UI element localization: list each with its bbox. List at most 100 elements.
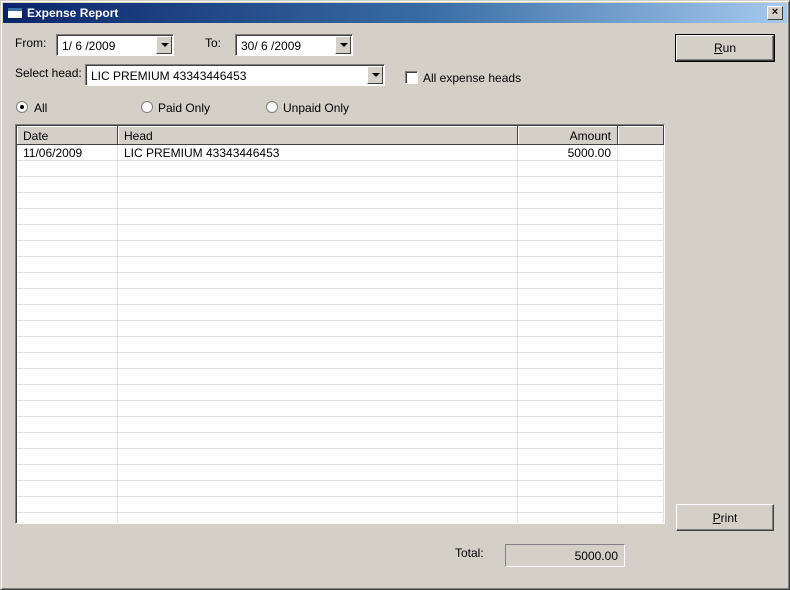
empty-cell: [17, 177, 118, 193]
empty-cell: [118, 321, 518, 337]
empty-cell: [17, 289, 118, 305]
empty-table-row: [17, 337, 664, 353]
empty-cell: [17, 321, 118, 337]
table-header: Date Head Amount: [17, 126, 664, 145]
cell-head: LIC PREMIUM 43343446453: [118, 145, 518, 161]
window-icon: [7, 7, 23, 19]
all-expense-heads-checkbox[interactable]: [405, 71, 418, 84]
head-dropdown-arrow-icon[interactable]: [367, 66, 383, 84]
column-header-head[interactable]: Head: [118, 126, 518, 145]
empty-cell: [17, 257, 118, 273]
print-button[interactable]: Print: [676, 504, 774, 531]
empty-cell: [518, 225, 618, 241]
empty-cell: [17, 305, 118, 321]
radio-unpaid-only-label[interactable]: Unpaid Only: [283, 101, 349, 115]
empty-cell: [17, 337, 118, 353]
empty-cell: [118, 513, 518, 523]
run-label: un: [722, 41, 737, 55]
empty-cell: [17, 193, 118, 209]
empty-cell: [17, 465, 118, 481]
empty-cell: [518, 289, 618, 305]
to-label: To:: [205, 36, 222, 50]
empty-cell: [17, 513, 118, 523]
empty-cell: [618, 385, 664, 401]
empty-cell: [618, 433, 664, 449]
empty-cell: [118, 193, 518, 209]
empty-cell: [618, 177, 664, 193]
radio-all-label[interactable]: All: [34, 101, 47, 115]
empty-table-row: [17, 273, 664, 289]
empty-cell: [17, 209, 118, 225]
empty-cell: [518, 465, 618, 481]
to-dropdown-arrow-icon[interactable]: [335, 36, 351, 54]
empty-cell: [118, 305, 518, 321]
to-date-picker[interactable]: 30/ 6 /2009: [235, 34, 353, 56]
empty-table-row: [17, 497, 664, 513]
empty-cell: [618, 481, 664, 497]
empty-cell: [518, 273, 618, 289]
empty-cell: [518, 209, 618, 225]
empty-cell: [518, 305, 618, 321]
from-date-picker[interactable]: 1/ 6 /2009: [56, 34, 174, 56]
table-row[interactable]: 11/06/2009 LIC PREMIUM 43343446453 5000.…: [17, 145, 664, 161]
empty-table-row: [17, 225, 664, 241]
close-button[interactable]: ×: [767, 6, 783, 20]
column-header-amount[interactable]: Amount: [518, 126, 618, 145]
empty-cell: [17, 161, 118, 177]
empty-cell: [518, 433, 618, 449]
total-label: Total:: [455, 546, 484, 560]
empty-cell: [518, 321, 618, 337]
empty-cell: [118, 481, 518, 497]
empty-table-row: [17, 257, 664, 273]
empty-cell: [518, 417, 618, 433]
empty-table-row: [17, 401, 664, 417]
empty-cell: [618, 449, 664, 465]
empty-cell: [618, 321, 664, 337]
empty-cell: [118, 433, 518, 449]
empty-table-row: [17, 241, 664, 257]
empty-cell: [518, 481, 618, 497]
run-button[interactable]: Run: [675, 34, 775, 62]
expense-table[interactable]: Date Head Amount 11/06/2009 LIC PREMIUM …: [15, 124, 665, 524]
empty-cell: [17, 449, 118, 465]
empty-cell: [118, 273, 518, 289]
empty-cell: [518, 257, 618, 273]
empty-table-row: [17, 369, 664, 385]
empty-cell: [17, 401, 118, 417]
radio-all[interactable]: [16, 101, 28, 113]
empty-cell: [118, 289, 518, 305]
print-label: rint: [720, 510, 738, 525]
empty-table-row: [17, 465, 664, 481]
empty-cell: [118, 225, 518, 241]
expense-head-select[interactable]: LIC PREMIUM 43343446453: [85, 64, 385, 86]
empty-table-row: [17, 481, 664, 497]
radio-paid-only[interactable]: [141, 101, 153, 113]
empty-cell: [118, 257, 518, 273]
empty-cell: [518, 353, 618, 369]
empty-cell: [17, 273, 118, 289]
from-dropdown-arrow-icon[interactable]: [156, 36, 172, 54]
total-value: 5000.00: [505, 544, 625, 567]
empty-table-row: [17, 289, 664, 305]
empty-cell: [518, 497, 618, 513]
cell-amount: 5000.00: [518, 145, 618, 161]
empty-cell: [17, 241, 118, 257]
empty-table-row: [17, 209, 664, 225]
empty-cell: [17, 481, 118, 497]
empty-cell: [518, 193, 618, 209]
empty-cell: [118, 241, 518, 257]
empty-cell: [518, 241, 618, 257]
empty-cell: [518, 177, 618, 193]
column-header-filler: [618, 126, 664, 145]
empty-cell: [118, 353, 518, 369]
all-expense-heads-label[interactable]: All expense heads: [423, 71, 521, 85]
empty-cell: [518, 401, 618, 417]
print-accelerator: P: [712, 510, 721, 525]
empty-cell: [618, 401, 664, 417]
radio-unpaid-only[interactable]: [266, 101, 278, 113]
radio-paid-only-label[interactable]: Paid Only: [158, 101, 210, 115]
empty-cell: [17, 353, 118, 369]
empty-cell: [618, 513, 664, 523]
empty-table-row: [17, 353, 664, 369]
column-header-date[interactable]: Date: [17, 126, 118, 145]
